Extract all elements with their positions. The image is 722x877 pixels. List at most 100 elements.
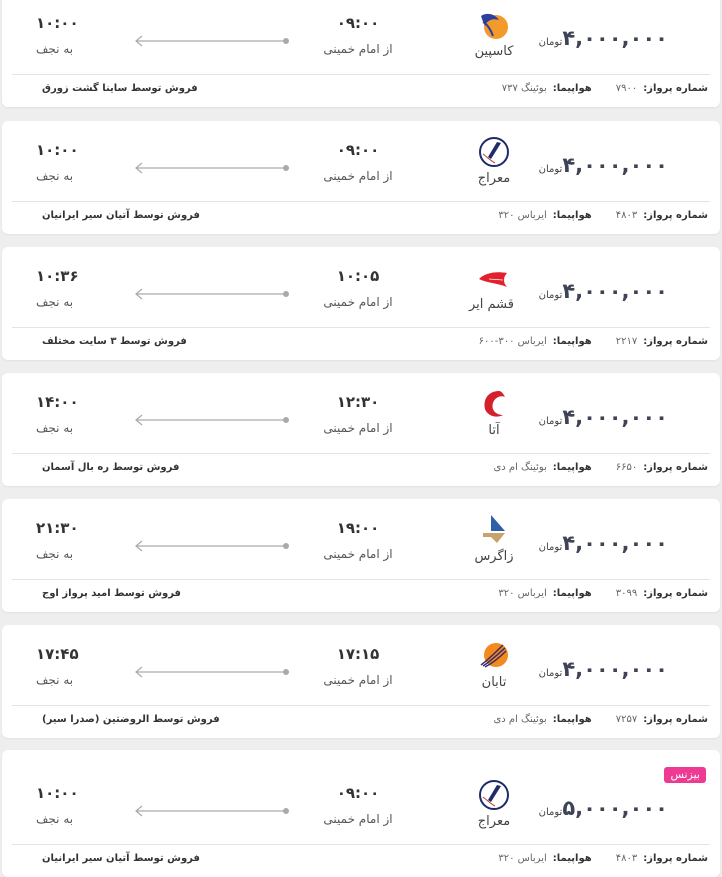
flight-number: ۷۹۰۰	[615, 83, 638, 94]
arrival: ۱۰:۰۰ به نجف	[36, 14, 116, 56]
flight-card[interactable]: ۴,۰۰۰,۰۰۰ تومان قشم ایر ۱۰:۰۵ از امام خم…	[2, 247, 720, 360]
aircraft-label: هواپیما:	[552, 853, 592, 864]
flight-info: شماره پرواز: ۷۹۰۰ هواپیما: بوئینگ ۷۳۷	[484, 83, 708, 94]
price: ۴,۰۰۰,۰۰۰ تومان	[533, 26, 668, 50]
departure: ۱۲:۳۰ از امام خمینی	[318, 393, 398, 435]
flight-info: شماره پرواز: ۴۸۰۳ هواپیما: ایرباس ۳۲۰	[480, 210, 708, 221]
arrival-time: ۱۷:۴۵	[36, 645, 79, 663]
departure: ۱۰:۰۵ از امام خمینی	[318, 267, 398, 309]
price: ۵,۰۰۰,۰۰۰ تومان	[533, 796, 668, 820]
route-arrow-icon	[135, 805, 289, 817]
arrival: ۱۴:۰۰ به نجف	[36, 393, 116, 435]
route-arrow-icon	[135, 288, 289, 300]
arrival-place: به نجف	[36, 547, 74, 561]
aircraft: ایرباس ۳۰۰-۶۰۰	[478, 336, 547, 347]
departure-place: از امام خمینی	[323, 421, 393, 435]
business-class-badge: بیزنس	[664, 767, 706, 783]
aircraft: بوئینگ ام دی	[493, 462, 547, 473]
caspian-logo-icon	[481, 13, 508, 39]
ata-logo-icon	[484, 391, 505, 417]
price-currency: تومان	[538, 164, 563, 175]
arrival-time: ۲۱:۳۰	[36, 519, 79, 537]
seller[interactable]: فروش توسط آتیان سیر ایرانیان	[42, 210, 200, 221]
price-currency: تومان	[538, 37, 563, 48]
flight-card[interactable]: بیزنس ۵,۰۰۰,۰۰۰ تومان معراج ۰۹:۰۰ از اما…	[2, 750, 720, 877]
flight-card[interactable]: ۴,۰۰۰,۰۰۰ تومان معراج ۰۹:۰۰ از امام خمین…	[2, 121, 720, 234]
airline-name: معراج	[477, 814, 511, 829]
aircraft-label: هواپیما:	[552, 210, 592, 221]
price-currency: تومان	[538, 668, 563, 679]
price-currency: تومان	[538, 290, 563, 301]
route-arrow-icon	[135, 414, 289, 426]
seller[interactable]: فروش توسط الروضتین (صدرا سیر)	[42, 714, 220, 725]
price-amount: ۴,۰۰۰,۰۰۰	[562, 657, 668, 681]
seller[interactable]: فروش توسط ساینا گشت زورق	[42, 83, 198, 94]
departure: ۰۹:۰۰ از امام خمینی	[318, 784, 398, 826]
price: ۴,۰۰۰,۰۰۰ تومان	[533, 657, 668, 681]
airline-name: قشم ایر	[469, 297, 514, 312]
flight-number-label: شماره پرواز:	[643, 853, 708, 864]
departure: ۱۷:۱۵ از امام خمینی	[318, 645, 398, 687]
meraj-logo-icon	[479, 137, 509, 167]
departure-place: از امام خمینی	[323, 295, 393, 309]
departure-time: ۰۹:۰۰	[336, 784, 380, 802]
flight-number: ۲۲۱۷	[615, 336, 638, 347]
aircraft: ایرباس ۳۲۰	[498, 210, 547, 221]
route-arrow-icon	[135, 666, 289, 678]
airline: معراج	[474, 135, 514, 186]
price-currency: تومان	[538, 542, 563, 553]
price-currency: تومان	[538, 416, 563, 427]
aircraft-label: هواپیما:	[552, 588, 592, 599]
aircraft: بوئینگ ۷۳۷	[501, 83, 547, 94]
flight-card[interactable]: ۴,۰۰۰,۰۰۰ تومان تابان ۱۷:۱۵ از امام خمین…	[2, 625, 720, 738]
arrival-time: ۱۴:۰۰	[36, 393, 79, 411]
arrival-place: به نجف	[36, 812, 74, 826]
airline-name: زاگرس	[474, 549, 514, 564]
seller[interactable]: فروش توسط امید پرواز اوج	[42, 588, 181, 599]
arrival: ۲۱:۳۰ به نجف	[36, 519, 116, 561]
arrival: ۱۰:۰۰ به نجف	[36, 784, 116, 826]
airline: معراج	[474, 778, 514, 829]
flight-card[interactable]: ۴,۰۰۰,۰۰۰ تومان زاگرس ۱۹:۰۰ از امام خمین…	[2, 499, 720, 612]
zagros-logo-icon	[483, 515, 505, 543]
arrival-place: به نجف	[36, 421, 74, 435]
arrival-place: به نجف	[36, 42, 74, 56]
arrival-time: ۱۰:۰۰	[36, 14, 79, 32]
arrival-time: ۱۰:۳۶	[36, 267, 79, 285]
flight-card[interactable]: ۴,۰۰۰,۰۰۰ تومان کاسپین ۰۹:۰۰ از امام خمی…	[2, 0, 720, 107]
departure-time: ۱۰:۰۵	[336, 267, 380, 285]
price-amount: ۴,۰۰۰,۰۰۰	[562, 405, 668, 429]
departure-time: ۱۲:۳۰	[336, 393, 380, 411]
flight-number-label: شماره پرواز:	[643, 462, 708, 473]
arrival-place: به نجف	[36, 295, 74, 309]
seller[interactable]: فروش توسط ره بال آسمان	[42, 462, 179, 473]
aircraft: ایرباس ۳۲۰	[498, 853, 547, 864]
seller[interactable]: فروش توسط ۳ سایت مختلف	[42, 336, 187, 347]
price-currency: تومان	[538, 807, 563, 818]
airline-name: معراج	[477, 171, 511, 186]
arrival: ۱۰:۳۶ به نجف	[36, 267, 116, 309]
arrival-place: به نجف	[36, 169, 74, 183]
departure: ۱۹:۰۰ از امام خمینی	[318, 519, 398, 561]
airline: قشم ایر	[469, 261, 514, 312]
aircraft-label: هواپیما:	[552, 336, 592, 347]
route-arrow-icon	[135, 540, 289, 552]
aircraft: ایرباس ۳۲۰	[498, 588, 547, 599]
departure-place: از امام خمینی	[323, 812, 393, 826]
airline-name: تابان	[481, 675, 507, 690]
route-arrow-icon	[135, 35, 289, 47]
price-amount: ۴,۰۰۰,۰۰۰	[562, 279, 668, 303]
price-amount: ۵,۰۰۰,۰۰۰	[562, 796, 668, 820]
flight-number: ۴۸۰۳	[615, 853, 638, 864]
flight-number-label: شماره پرواز:	[643, 714, 708, 725]
seller[interactable]: فروش توسط آتیان سیر ایرانیان	[42, 853, 200, 864]
flight-card[interactable]: ۴,۰۰۰,۰۰۰ تومان آتا ۱۲:۳۰ از امام خمینی …	[2, 373, 720, 486]
flight-number-label: شماره پرواز:	[643, 83, 708, 94]
flight-info: شماره پرواز: ۶۶۵۰ هواپیما: بوئینگ ام دی	[475, 462, 708, 473]
price-amount: ۴,۰۰۰,۰۰۰	[562, 531, 668, 555]
departure-place: از امام خمینی	[323, 673, 393, 687]
arrival-time: ۱۰:۰۰	[36, 141, 79, 159]
price: ۴,۰۰۰,۰۰۰ تومان	[533, 279, 668, 303]
airline-name: آتا	[488, 423, 500, 438]
flight-number: ۴۸۰۳	[615, 210, 638, 221]
